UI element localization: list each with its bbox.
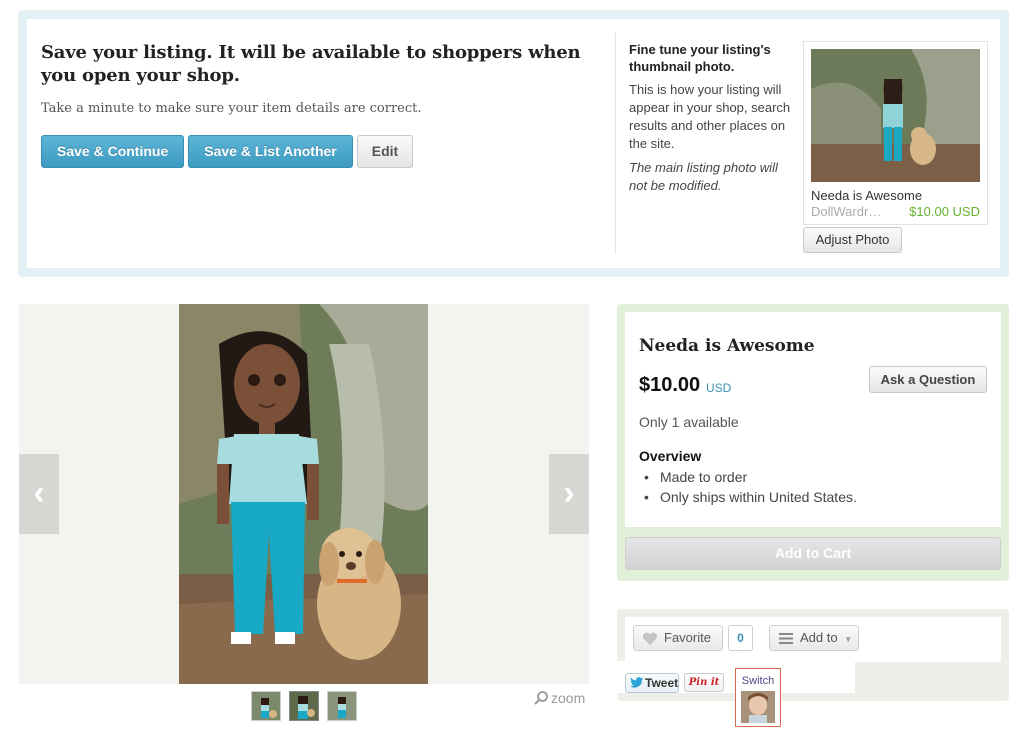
doll-thumbnail-illustration: [811, 49, 980, 182]
caret-down-icon: ▼: [844, 635, 853, 644]
banner-actions: Save & Continue Save & List Another Edit: [41, 135, 414, 168]
twitter-bird-icon: [630, 677, 643, 688]
doll-photo-illustration: [179, 304, 428, 684]
overview-heading: Overview: [639, 448, 702, 464]
banner-title: Save your listing. It will be available …: [41, 42, 581, 86]
previous-photo-button[interactable]: ‹: [19, 454, 59, 534]
overview-list: Made to order Only ships within United S…: [639, 467, 857, 507]
preview-title: Needa is Awesome: [811, 188, 923, 203]
banner-divider: [615, 33, 616, 254]
switch-profile-widget[interactable]: Switch: [735, 668, 781, 727]
next-photo-button[interactable]: ›: [549, 454, 589, 534]
social-actions: Favorite 0 Add to ▼: [625, 617, 1001, 662]
listing-title: Needa is Awesome: [639, 336, 815, 356]
thumbnail-note: The main listing photo will not be modif…: [629, 160, 778, 193]
add-to-cart-button[interactable]: Add to Cart: [625, 537, 1001, 570]
magnifier-icon: [534, 691, 548, 705]
thumbnail-heading: Fine tune your listing's thumbnail photo…: [629, 42, 771, 74]
main-listing-photo[interactable]: [179, 304, 428, 684]
add-to-list-button[interactable]: Add to ▼: [769, 625, 859, 651]
preview-shop-name: DollWardr…: [811, 204, 882, 219]
chevron-right-icon: ›: [563, 474, 575, 512]
social-panel: Favorite 0 Add to ▼ Tweet Pin it: [617, 609, 1009, 701]
heart-icon: [642, 632, 658, 645]
favorite-count: 0: [728, 625, 753, 651]
switch-label: Switch: [741, 675, 775, 687]
pin-it-button[interactable]: Pin it: [684, 673, 724, 692]
tweet-label: Tweet: [645, 676, 679, 690]
thumbnail-image-2: [290, 692, 318, 720]
photo-gallery: ‹ ›: [19, 304, 589, 684]
gallery-thumbnail-3[interactable]: [327, 691, 357, 721]
avatar: [741, 691, 775, 723]
save-list-another-button[interactable]: Save & List Another: [188, 135, 353, 168]
banner-subtitle: Take a minute to make sure your item det…: [41, 101, 422, 116]
zoom-label: zoom: [551, 690, 586, 706]
availability-text: Only 1 available: [639, 414, 739, 430]
ask-question-button[interactable]: Ask a Question: [869, 366, 987, 393]
edit-button[interactable]: Edit: [356, 135, 414, 168]
gallery-thumbnails: [251, 691, 357, 721]
listing-currency: USD: [706, 381, 732, 395]
avatar-image: [741, 691, 775, 723]
preview-price: $10.00 USD: [909, 204, 980, 219]
thumbnail-preview-card: Needa is Awesome DollWardr… $10.00 USD: [803, 41, 988, 225]
overview-item: Made to order: [639, 467, 857, 487]
thumbnail-image-1: [252, 692, 280, 720]
favorite-label: Favorite: [664, 630, 711, 645]
chevron-left-icon: ‹: [33, 474, 45, 512]
gallery-thumbnail-1[interactable]: [251, 691, 281, 721]
zoom-control[interactable]: zoom: [533, 690, 585, 706]
adjust-photo-button[interactable]: Adjust Photo: [803, 227, 902, 253]
tweet-button[interactable]: Tweet: [625, 673, 679, 693]
listing-price: $10.00: [639, 374, 701, 396]
listing-details: Needa is Awesome $10.00 USD Ask a Questi…: [625, 312, 1001, 527]
favorite-button[interactable]: Favorite: [633, 625, 723, 651]
gallery-thumbnail-2[interactable]: [289, 691, 319, 721]
thumbnail-image-3: [328, 692, 356, 720]
save-continue-button[interactable]: Save & Continue: [41, 135, 185, 168]
banner-content: Save your listing. It will be available …: [27, 19, 1000, 268]
save-listing-banner: Save your listing. It will be available …: [18, 10, 1009, 277]
thumbnail-description: This is how your listing will appear in …: [629, 82, 791, 151]
list-icon: [779, 633, 793, 644]
listing-panel: Needa is Awesome $10.00 USD Ask a Questi…: [617, 304, 1009, 581]
overview-item: Only ships within United States.: [639, 487, 857, 507]
add-to-label: Add to: [800, 630, 838, 645]
thumbnail-preview-image: [811, 49, 980, 182]
